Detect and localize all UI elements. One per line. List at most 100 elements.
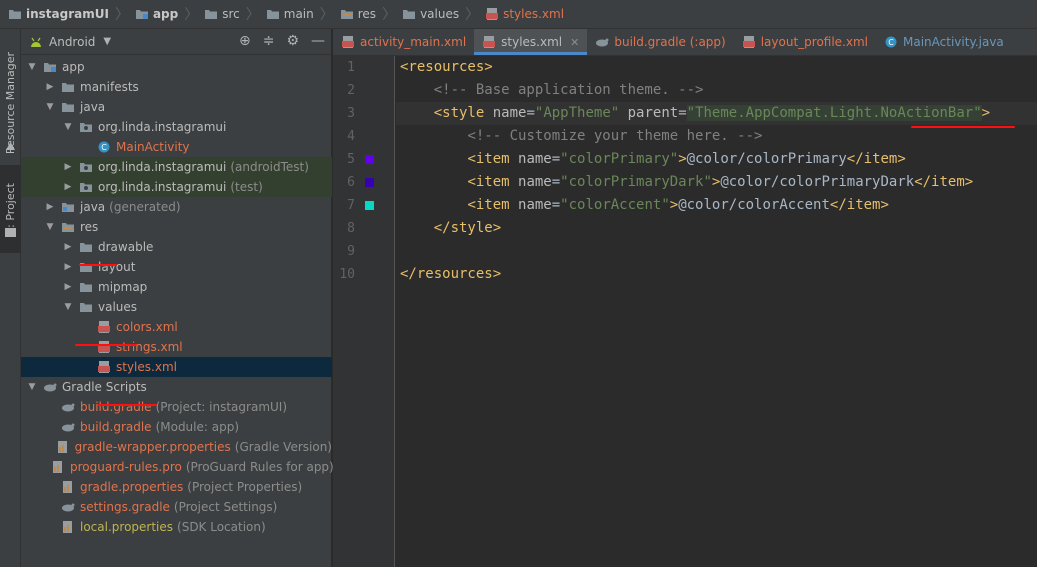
tree-item[interactable]: ▶ java (generated) (21, 197, 332, 217)
code-token: = (526, 105, 535, 121)
hide-icon[interactable]: — (311, 33, 325, 49)
code-line: </style> (396, 217, 501, 240)
tree-item[interactable]: ▼ java (21, 97, 332, 117)
breadcrumb-item[interactable]: res 〉 (340, 4, 402, 24)
package-icon (80, 123, 92, 132)
breadcrumb-label: styles.xml (503, 7, 565, 21)
tree-item[interactable]: ▼ res (21, 217, 332, 237)
tree-item-label: mipmap (98, 280, 148, 294)
locate-icon[interactable]: ⊕ (239, 33, 251, 49)
code-token: > (669, 197, 679, 213)
breadcrumb-item[interactable]: src 〉 (204, 4, 266, 24)
line-number: 9 (347, 244, 355, 259)
tree-item-label: Gradle Scripts (62, 380, 147, 394)
tree-item[interactable]: ▶ manifests (21, 77, 332, 97)
editor-tab[interactable]: activity_main.xml (333, 29, 474, 55)
breadcrumb-item[interactable]: main 〉 (266, 4, 340, 24)
navigation-bar: instagramUI 〉 app 〉 src 〉 main 〉 res 〉 values 〉 styl… (0, 0, 1037, 29)
expanded-arrow-icon[interactable]: ▼ (63, 302, 73, 312)
editor-tab[interactable]: styles.xml ✕ (474, 29, 588, 55)
tree-item[interactable]: build.gradle (Module: app) (21, 417, 332, 437)
collapsed-arrow-icon[interactable]: ▶ (63, 242, 73, 252)
collapsed-arrow-icon[interactable]: ▶ (63, 182, 73, 192)
tree-item[interactable]: ▼ app (21, 57, 332, 77)
breadcrumb-item[interactable]: instagramUI 〉 (8, 4, 135, 24)
expanded-arrow-icon[interactable]: ▼ (45, 102, 55, 112)
annotation-underline (911, 126, 1015, 128)
breadcrumb-label: values (420, 7, 460, 21)
gear-icon[interactable]: ⚙ (286, 33, 299, 49)
project-tab[interactable]: 1: Project (0, 165, 21, 253)
xml-file-icon (342, 36, 354, 48)
tree-icon (43, 381, 57, 393)
breadcrumb-item[interactable]: values 〉 (402, 4, 485, 24)
tree-item[interactable]: settings.gradle (Project Settings) (21, 497, 332, 517)
tree-item-label: styles.xml (116, 360, 177, 374)
editor-tab[interactable]: layout_profile.xml (734, 29, 876, 55)
view-name: Android (49, 34, 96, 49)
class-icon: C (885, 36, 897, 48)
collapsed-arrow-icon[interactable]: ▶ (45, 202, 55, 212)
expanded-arrow-icon[interactable]: ▼ (27, 62, 37, 72)
expanded-arrow-icon[interactable]: ▼ (63, 122, 73, 132)
collapsed-arrow-icon[interactable]: ▶ (63, 262, 73, 272)
tree-item[interactable]: C MainActivity (21, 137, 332, 157)
editor-tab[interactable]: build.gradle (:app) (587, 29, 733, 55)
tree-item-label: settings.gradle (80, 500, 170, 514)
tree-item[interactable]: ▶ drawable (21, 237, 332, 257)
tree-item[interactable]: build.gradle (Project: instagramUI) (21, 397, 332, 417)
tree-item[interactable]: local.properties (SDK Location) (21, 517, 332, 537)
expanded-arrow-icon[interactable]: ▼ (27, 382, 37, 392)
tree-item[interactable]: colors.xml (21, 317, 332, 337)
tree-item-label: values (98, 300, 138, 314)
breadcrumb-label: app (152, 7, 179, 21)
code-line: <item name="colorPrimaryDark">@color/col… (396, 171, 973, 194)
view-selector[interactable]: Android ▼ (29, 35, 111, 49)
folder-icon (80, 243, 92, 252)
expanded-arrow-icon[interactable]: ▼ (45, 222, 55, 232)
gradle-icon (62, 503, 75, 512)
code-line: <item name="colorAccent">@color/colorAcc… (396, 194, 888, 217)
tree-item[interactable]: ▶ layout (21, 257, 332, 277)
tree-item[interactable]: ▶ mipmap (21, 277, 332, 297)
code-token: name (518, 197, 552, 213)
collapsed-arrow-icon[interactable]: ▶ (45, 82, 55, 92)
tree-item[interactable]: ▼ org.linda.instagramui (21, 117, 332, 137)
tree-item-label: java (80, 200, 106, 214)
folder-icon (62, 83, 74, 92)
tree-item[interactable]: ▶ org.linda.instagramui (test) (21, 177, 332, 197)
collapse-all-icon[interactable]: ≑ (263, 33, 275, 49)
tree-item-label: layout (98, 260, 136, 274)
code-token: = (551, 197, 561, 213)
tree-item[interactable]: ▼ Gradle Scripts (21, 377, 332, 397)
folder-icon (9, 10, 21, 19)
breadcrumb-item[interactable]: app 〉 (135, 4, 204, 24)
breadcrumb-item[interactable]: styles.xml (485, 7, 564, 21)
tree-icon (61, 421, 75, 433)
code-token: <!-- Customize your theme here. --> (467, 128, 763, 144)
collapsed-arrow-icon[interactable]: ▶ (63, 282, 73, 292)
line-number: 10 (339, 267, 355, 282)
color-swatch[interactable] (365, 201, 374, 210)
tree-item[interactable]: styles.xml (21, 357, 332, 377)
code-token: > (678, 151, 687, 167)
tree-item[interactable]: ▼ values (21, 297, 332, 317)
editor-tab[interactable]: C MainActivity.java (876, 29, 1012, 55)
xml-file-icon (486, 8, 499, 20)
tree-item-label: colors.xml (116, 320, 178, 334)
tree-item-label: proguard-rules.pro (70, 460, 182, 474)
collapsed-arrow-icon[interactable]: ▶ (63, 162, 73, 172)
code-editor[interactable]: <resources> <!-- Base application theme.… (396, 56, 1037, 567)
tree-item-label: java (80, 100, 106, 114)
close-icon[interactable]: ✕ (570, 36, 579, 49)
tree-item-label: org.linda.instagramui (98, 180, 227, 194)
tree-item[interactable]: ▶ org.linda.instagramui (androidTest) (21, 157, 332, 177)
tree-item[interactable]: gradle.properties (Project Properties) (21, 477, 332, 497)
color-swatch[interactable] (365, 178, 374, 187)
tree-item[interactable]: strings.xml (21, 337, 332, 357)
tree-item[interactable]: proguard-rules.pro (ProGuard Rules for ap… (21, 457, 334, 477)
tree-item-label: MainActivity (116, 140, 190, 154)
color-swatch[interactable] (365, 155, 374, 164)
tree-item[interactable]: gradle-wrapper.properties (Gradle Version… (21, 437, 332, 457)
